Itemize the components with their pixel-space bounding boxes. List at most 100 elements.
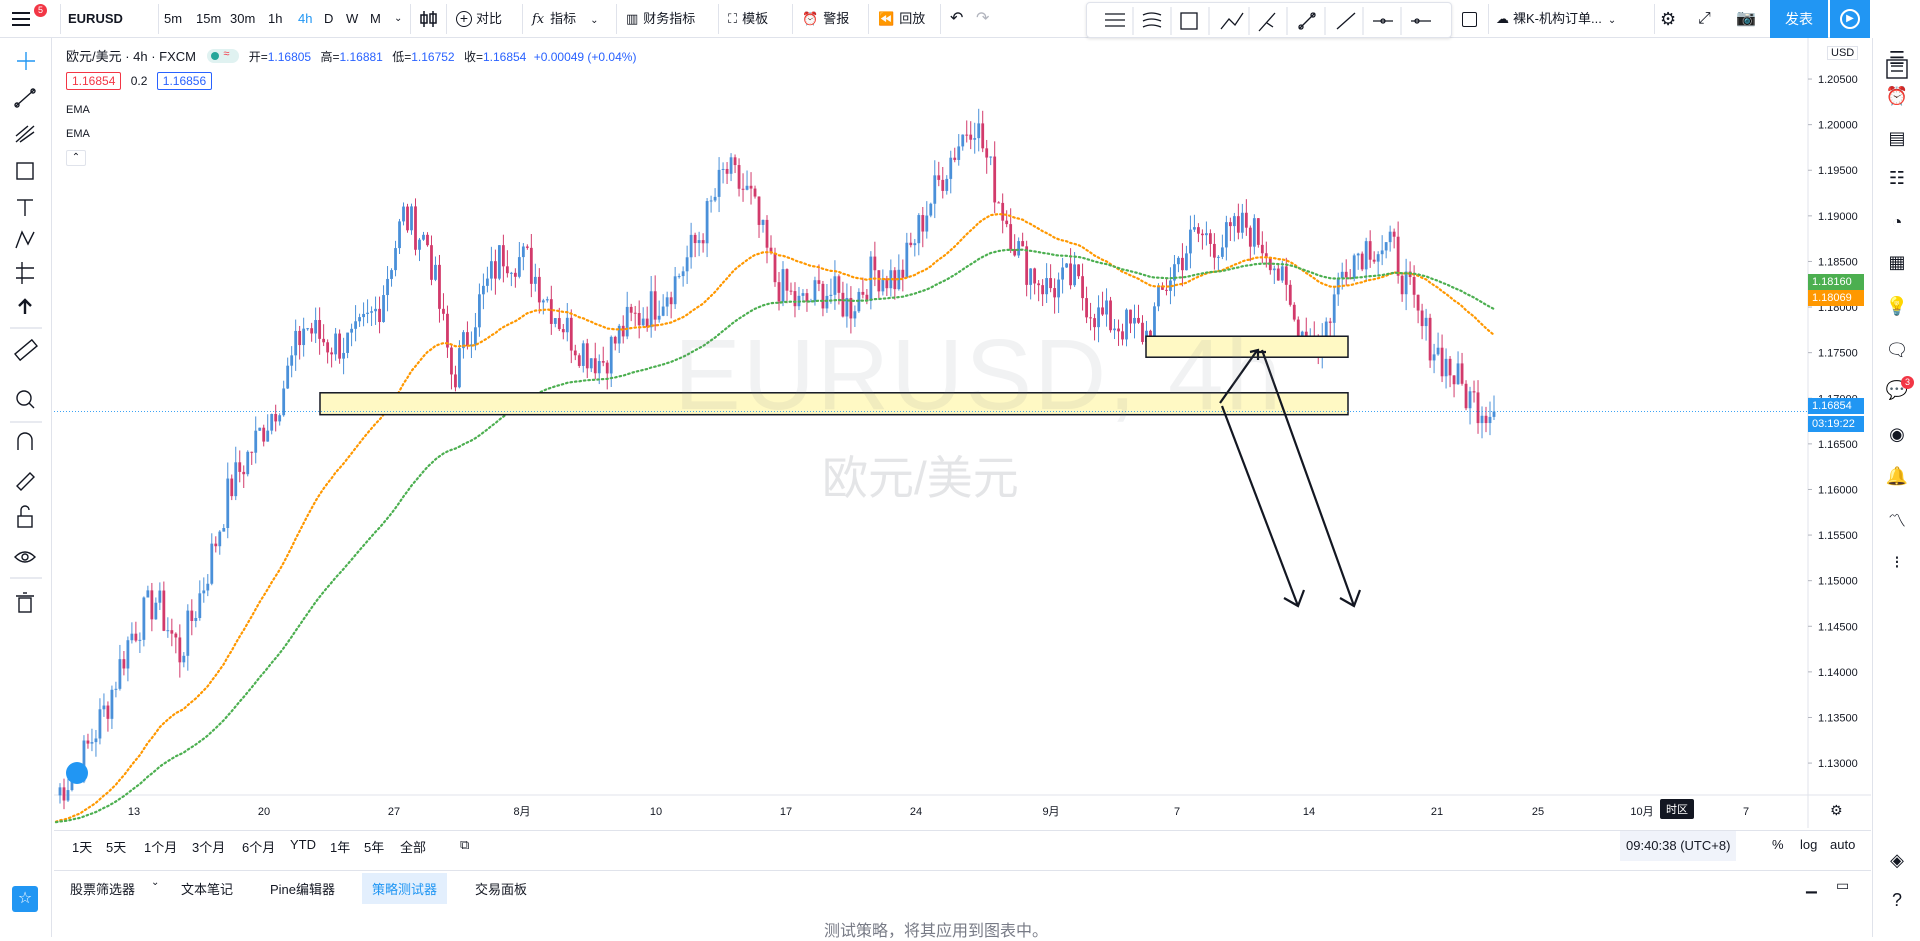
candle-body — [773, 252, 777, 283]
play-button[interactable]: ▶ — [1830, 0, 1870, 38]
panel-tab-3[interactable]: 策略测试器 — [362, 873, 448, 904]
range-2[interactable]: 1个月 — [144, 837, 177, 856]
help-icon[interactable]: ? — [1881, 884, 1913, 916]
panel-tab-2[interactable]: Pine编辑器 — [270, 879, 335, 898]
candle-body — [765, 219, 769, 248]
news-icon[interactable]: ▤ — [1881, 122, 1913, 154]
messages-icon[interactable]: 💬 3 — [1881, 374, 1914, 406]
chart-type-button[interactable] — [418, 0, 440, 38]
alarm-icon[interactable]: ⏰ — [1881, 80, 1913, 112]
chevron-down-icon[interactable]: ⌄ — [151, 877, 159, 888]
candle-body — [669, 297, 673, 305]
interval-dropdown-icon[interactable]: ⌄ — [394, 0, 402, 38]
candle-body — [825, 295, 829, 309]
candle-body — [370, 311, 373, 313]
candle-body — [366, 312, 369, 314]
notifications-bell-icon[interactable]: 🔔 — [1881, 460, 1913, 492]
range-3[interactable]: 3个月 — [192, 837, 225, 856]
publish-button[interactable]: 发表 — [1770, 0, 1828, 38]
candle-body — [949, 157, 953, 179]
time-axis-settings-icon[interactable]: ⚙ — [1830, 802, 1843, 819]
favorites-star-icon[interactable]: ☆ — [12, 886, 38, 912]
compare-ranges-icon[interactable]: ⧉ — [460, 837, 469, 853]
candle-body — [1332, 294, 1336, 323]
trading-icon[interactable]: 〽 — [1881, 504, 1913, 536]
interval-5m[interactable]: 5m — [164, 0, 182, 38]
alert-button[interactable]: ⏰ 警报 — [802, 0, 849, 38]
panel-tab-1[interactable]: 文本笔记 — [181, 879, 233, 898]
candle-body — [1177, 257, 1180, 265]
price-chart[interactable]: 1.20500 1.20000 1.19500 1.19000 1.18500 1.180… — [54, 38, 1871, 828]
interval-15m[interactable]: 15m — [196, 0, 221, 38]
left-tool-icons — [10, 52, 42, 613]
gann-icon — [15, 125, 35, 143]
financials-button[interactable]: ▥ 财务指标 — [626, 0, 695, 38]
range-1[interactable]: 5天 — [106, 837, 126, 856]
interval-1h[interactable]: 1h — [268, 0, 282, 38]
timezone-tooltip: 时区 — [1660, 799, 1694, 819]
indicators-button[interactable]: fx 指标 ⌄ — [532, 0, 599, 38]
range-6[interactable]: 1年 — [330, 837, 350, 856]
low-value: 1.16752 — [411, 50, 455, 64]
interval-w[interactable]: W — [346, 0, 358, 38]
interval-m[interactable]: M — [370, 0, 381, 38]
minimize-panel-icon[interactable]: ▁ — [1806, 877, 1817, 894]
fullscreen-icon[interactable]: ⤢ — [1698, 0, 1711, 38]
replay-button[interactable]: ⏪ 回放 — [878, 0, 925, 38]
price-tick-label-10: 1.15500 — [1818, 530, 1858, 542]
ask-button[interactable]: 1.16856 — [156, 72, 213, 90]
candle-body — [681, 271, 685, 277]
interval-30m[interactable]: 30m — [230, 0, 255, 38]
undo-icon[interactable]: ↶ — [950, 0, 963, 38]
candle-body — [1009, 224, 1013, 250]
menu-button[interactable]: 5 — [10, 0, 47, 38]
auto-toggle[interactable]: auto — [1830, 837, 1855, 852]
dom-icon[interactable]: ⁝ — [1881, 546, 1913, 578]
price-tick-label-12: 1.14500 — [1818, 621, 1858, 633]
collapse-legend-button[interactable]: ⌃ — [66, 150, 86, 166]
candle-body — [1252, 218, 1256, 247]
hotlist-icon[interactable]: ◔ — [1881, 206, 1913, 238]
candle-body — [450, 347, 453, 375]
range-5[interactable]: YTD — [290, 837, 316, 852]
streams-icon[interactable]: ◉ — [1881, 418, 1913, 450]
calendar-icon[interactable]: ▦ — [1881, 246, 1913, 278]
ema-legend-2[interactable]: EMA — [66, 128, 90, 140]
candle-body — [62, 787, 66, 801]
chart-pane[interactable]: 1.20500 1.20000 1.19500 1.19000 1.18500 1.180… — [54, 38, 1871, 828]
price-tick-label-3: 1.19000 — [1818, 211, 1858, 223]
candle-body — [749, 185, 753, 189]
settings-gear-icon[interactable]: ⚙ — [1660, 0, 1676, 38]
redo-icon[interactable]: ↷ — [976, 0, 989, 38]
range-7[interactable]: 5年 — [364, 837, 384, 856]
layers-icon[interactable]: ◈ — [1881, 844, 1913, 876]
data-window-icon[interactable]: ☷ — [1881, 162, 1913, 194]
panel-tab-0[interactable]: 股票筛选器 — [70, 879, 135, 898]
interval-d[interactable]: D — [324, 0, 333, 38]
watchlist-icon[interactable]: ☰ — [1881, 42, 1913, 74]
candle-body — [398, 221, 401, 249]
log-toggle[interactable]: log — [1800, 837, 1817, 852]
range-4[interactable]: 6个月 — [242, 837, 275, 856]
range-0[interactable]: 1天 — [72, 837, 92, 856]
layout-selector[interactable]: ☁ 裸K-机构订单... ⌄ — [1496, 0, 1616, 38]
price-tick-label-8: 1.16500 — [1818, 439, 1858, 451]
candle-body — [1392, 231, 1396, 237]
symbol-search[interactable]: EURUSD — [68, 0, 123, 38]
clock-readout[interactable]: 09:40:38 (UTC+8) — [1620, 831, 1737, 861]
candle-body — [929, 203, 933, 216]
panel-tab-4[interactable]: 交易面板 — [475, 879, 527, 898]
bid-button[interactable]: 1.16854 — [66, 72, 122, 90]
templates-button[interactable]: ⛶ 模板 — [728, 0, 768, 38]
maximize-panel-icon[interactable]: ▭ — [1836, 877, 1849, 894]
chat-icon[interactable]: 🗨 — [1881, 334, 1913, 366]
range-8[interactable]: 全部 — [400, 837, 426, 856]
camera-icon[interactable]: 📷 — [1736, 0, 1756, 38]
candle-body — [458, 348, 461, 388]
compare-button[interactable]: + 对比 — [456, 0, 502, 38]
checkbox-icon[interactable] — [1462, 0, 1477, 38]
percent-toggle[interactable]: % — [1772, 837, 1784, 852]
ema-legend-1[interactable]: EMA — [66, 104, 90, 116]
ideas-icon[interactable]: 💡 — [1881, 290, 1913, 322]
interval-4h[interactable]: 4h — [298, 0, 312, 38]
